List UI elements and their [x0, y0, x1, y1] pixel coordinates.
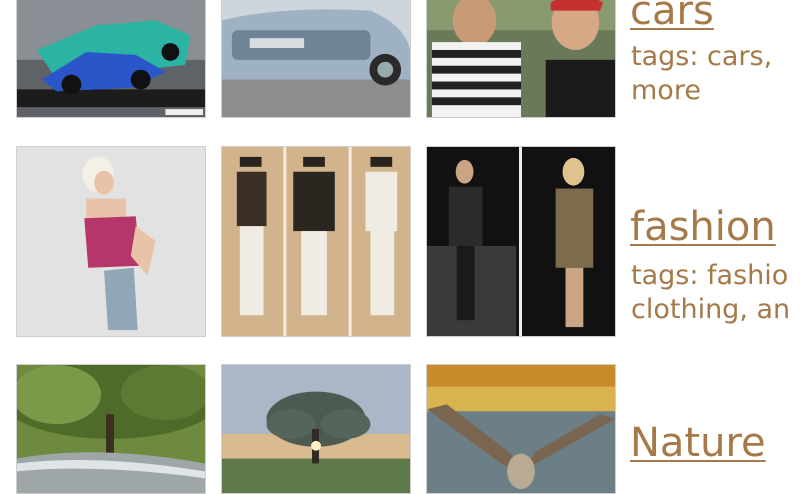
thumbnail-cars-2[interactable] [221, 0, 411, 118]
tags-line: more [631, 75, 701, 106]
category-tags-fashion: tags: fashio clothing, an [631, 259, 800, 327]
thumbnail-cars-1[interactable] [16, 0, 206, 118]
category-link-nature[interactable]: Nature [630, 420, 766, 466]
thumbnail-nature-3[interactable] [426, 364, 616, 494]
category-link-cars[interactable]: cars [630, 0, 714, 34]
category-link-fashion[interactable]: fashion [630, 204, 776, 250]
thumbnail-nature-1[interactable] [16, 364, 206, 494]
tags-line: tags: fashio [631, 260, 789, 291]
tags-line: clothing, an [631, 294, 791, 325]
thumbnail-fashion-3[interactable] [426, 146, 616, 337]
thumbnail-cars-3[interactable] [426, 0, 616, 118]
thumbnail-fashion-1[interactable] [16, 146, 206, 337]
thumbnail-fashion-2[interactable] [221, 146, 411, 337]
category-tags-cars: tags: cars, more [631, 40, 800, 108]
thumbnail-nature-2[interactable] [221, 364, 411, 494]
tags-line: tags: cars, [631, 41, 773, 72]
